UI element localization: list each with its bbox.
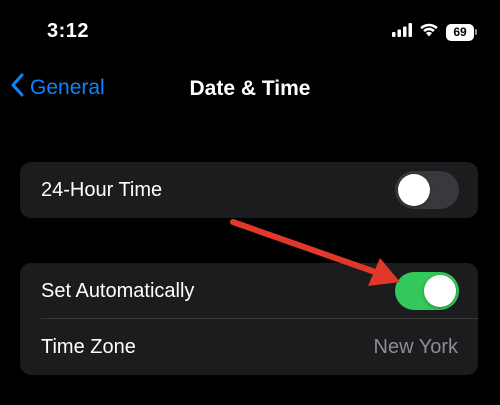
toggle-24-hour-time[interactable] (395, 171, 459, 209)
battery-level: 69 (446, 23, 474, 41)
row-set-automatically: Set Automatically (20, 263, 478, 319)
toggle-set-automatically[interactable] (395, 272, 459, 310)
battery-icon: 69 (446, 23, 478, 41)
navigation-bar: General Date & Time (0, 65, 500, 113)
status-icons: 69 (392, 22, 478, 42)
row-time-zone[interactable]: Time Zone New York (20, 319, 478, 375)
row-24-hour-time: 24-Hour Time (20, 162, 478, 218)
row-label-time-zone: Time Zone (41, 335, 136, 358)
page-title: Date & Time (189, 77, 311, 100)
settings-group-time-settings: Set Automatically Time Zone New York (20, 263, 478, 375)
row-label-set-automatically: Set Automatically (41, 279, 195, 302)
wifi-icon (419, 22, 439, 42)
toggle-knob (424, 275, 456, 307)
signal-icon (392, 22, 412, 42)
toggle-knob (398, 174, 430, 206)
status-bar: 3:12 69 (0, 0, 500, 60)
settings-group-hour-format: 24-Hour Time (20, 162, 478, 218)
status-time: 3:12 (47, 20, 90, 42)
battery-tip (475, 29, 477, 35)
row-label-24-hour-time: 24-Hour Time (41, 178, 163, 201)
time-zone-value: New York (373, 335, 459, 358)
